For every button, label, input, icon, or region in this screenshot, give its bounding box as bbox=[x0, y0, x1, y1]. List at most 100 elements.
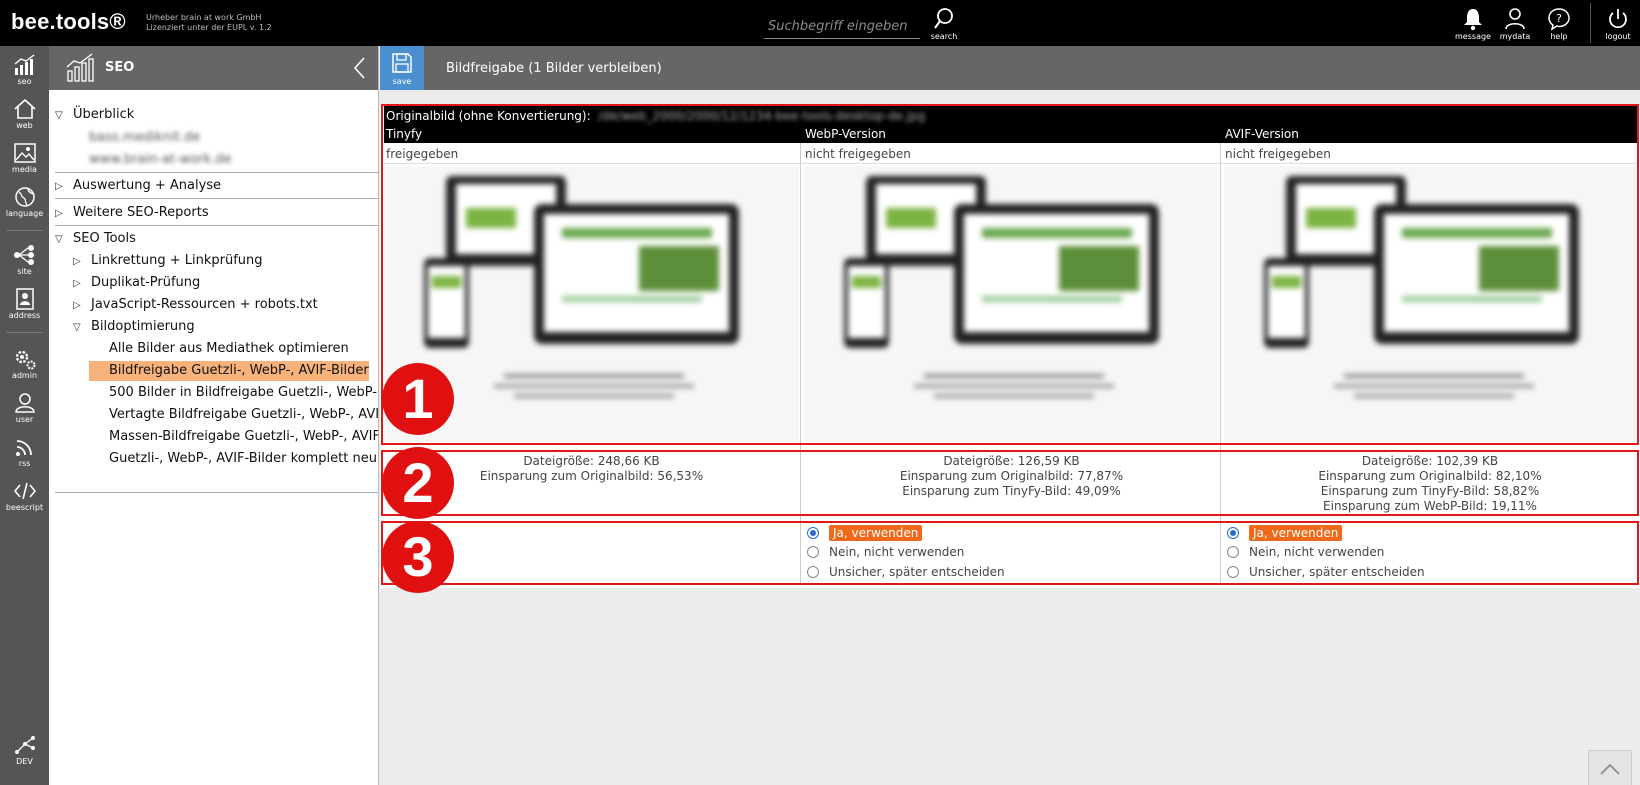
save-label: save bbox=[392, 77, 412, 86]
globe-icon bbox=[14, 187, 35, 207]
search-icon bbox=[934, 8, 953, 29]
annotation-box-3 bbox=[381, 521, 1639, 585]
annotation-box-1 bbox=[381, 104, 1639, 445]
save-button[interactable]: save bbox=[380, 46, 424, 90]
user-icon bbox=[14, 393, 35, 413]
logout-button[interactable]: logout bbox=[1598, 7, 1638, 41]
rail-item-rss[interactable]: rss bbox=[0, 436, 49, 468]
tree-item-ueberblick[interactable]: ▽ Überblick bbox=[55, 107, 134, 122]
rail-item-beescript[interactable]: beescript bbox=[0, 480, 49, 512]
chart-icon bbox=[14, 54, 34, 75]
message-button[interactable]: message bbox=[1453, 7, 1493, 41]
svg-text:?: ? bbox=[1556, 12, 1562, 25]
rail-separator bbox=[6, 230, 43, 231]
tree-item-javascript-ressourcen[interactable]: ▷ JavaScript-Ressourcen + robots.txt bbox=[73, 297, 318, 312]
search-button[interactable]: search bbox=[924, 7, 964, 41]
help-icon: ? bbox=[1548, 8, 1570, 31]
tree-label: SEO Tools bbox=[73, 231, 136, 246]
tree-item-auswertung[interactable]: ▷ Auswertung + Analyse bbox=[55, 178, 221, 193]
tree-item-duplikat-pruefung[interactable]: ▷ Duplikat-Prüfung bbox=[73, 275, 200, 290]
license-text: Urheber brain at work GmbH Lizenziert un… bbox=[146, 13, 272, 33]
rail-item-address[interactable]: address bbox=[0, 288, 49, 320]
code-icon bbox=[13, 482, 36, 500]
rail-item-web[interactable]: web bbox=[0, 98, 49, 130]
collapsed-triangle-icon: ▷ bbox=[73, 278, 81, 289]
top-bar: bee.tools® Urheber brain at work GmbH Li… bbox=[0, 0, 1640, 46]
tree-label: Linkrettung + Linkprüfung bbox=[91, 253, 263, 268]
app-logo[interactable]: bee.tools® bbox=[11, 9, 126, 35]
scroll-to-top-button[interactable] bbox=[1588, 750, 1632, 785]
home-icon bbox=[13, 98, 36, 119]
tree-title: SEO bbox=[105, 60, 135, 75]
rail-label-address: address bbox=[8, 311, 41, 320]
rail-label-media: media bbox=[12, 165, 37, 174]
tree-item-domain[interactable]: bass.mediknit.de bbox=[89, 130, 200, 145]
power-icon bbox=[1609, 9, 1627, 29]
message-label: message bbox=[1455, 32, 1491, 41]
rail-label-user: user bbox=[15, 415, 34, 424]
collapsed-triangle-icon: ▷ bbox=[73, 300, 81, 311]
user-icon bbox=[1505, 8, 1525, 30]
collapsed-triangle-icon: ▷ bbox=[55, 208, 63, 219]
collapsed-triangle-icon: ▷ bbox=[55, 181, 63, 192]
tree-item-seo-tools[interactable]: ▽ SEO Tools bbox=[55, 231, 136, 246]
tree-item-weitere-seo-reports[interactable]: ▷ Weitere SEO-Reports bbox=[55, 205, 209, 220]
image-icon bbox=[13, 143, 36, 163]
expanded-triangle-icon: ▽ bbox=[55, 110, 63, 121]
help-label: help bbox=[1550, 32, 1568, 41]
tree-item-domain[interactable]: www.brain-at-work.de bbox=[89, 152, 232, 167]
rail-separator bbox=[6, 332, 43, 333]
tree-label: JavaScript-Ressourcen + robots.txt bbox=[91, 297, 318, 312]
floppy-disk-icon bbox=[392, 53, 412, 73]
tree-item-500-bilder[interactable]: 500 Bilder in Bildfreigabe Guetzli-, Web… bbox=[109, 385, 378, 400]
chart-icon bbox=[66, 53, 94, 82]
tree-label: Bildoptimierung bbox=[91, 319, 195, 334]
license-line-2: Lizenziert unter der EUPL v. 1.2 bbox=[146, 23, 272, 32]
rail-item-seo[interactable]: seo bbox=[0, 54, 49, 86]
rail-label-rss: rss bbox=[18, 459, 31, 468]
tree-item-komplett-neu-erstellen[interactable]: Guetzli-, WebP-, AVIF-Bilder komplett ne… bbox=[109, 451, 378, 466]
mydata-button[interactable]: mydata bbox=[1495, 7, 1535, 41]
tree-item-linkrettung[interactable]: ▷ Linkrettung + Linkprüfung bbox=[73, 253, 263, 268]
rail-item-language[interactable]: language bbox=[0, 186, 49, 218]
tree-item-bildoptimierung[interactable]: ▽ Bildoptimierung bbox=[73, 319, 195, 334]
rail-item-user[interactable]: user bbox=[0, 392, 49, 424]
tree-item-vertagte-bildfreigabe[interactable]: Vertagte Bildfreigabe Guetzli-, WebP-, A… bbox=[109, 407, 378, 422]
expanded-triangle-icon: ▽ bbox=[55, 234, 63, 245]
help-button[interactable]: ? help bbox=[1539, 7, 1579, 41]
tree-item-massen-bildfreigabe[interactable]: Massen-Bildfreigabe Guetzli-, WebP-, AVI… bbox=[109, 429, 378, 444]
tree-divider bbox=[55, 198, 378, 199]
tree-label: Duplikat-Prüfung bbox=[91, 275, 201, 290]
tree-label: Weitere SEO-Reports bbox=[73, 205, 209, 220]
dev-icon bbox=[14, 736, 35, 754]
search-label: search bbox=[930, 32, 958, 41]
tree-item-alle-bilder-optimieren[interactable]: Alle Bilder aus Mediathek optimieren bbox=[109, 341, 349, 356]
rail-label-admin: admin bbox=[11, 371, 38, 380]
rail-label-site: site bbox=[17, 267, 32, 276]
search-input[interactable] bbox=[764, 15, 920, 39]
rail-label-web: web bbox=[16, 121, 33, 130]
tree-label: Auswertung + Analyse bbox=[73, 178, 222, 193]
license-line-1: Urheber brain at work GmbH bbox=[146, 13, 262, 22]
annotation-box-2 bbox=[381, 450, 1639, 516]
tree-header: SEO bbox=[49, 46, 378, 90]
contact-icon bbox=[15, 288, 34, 310]
rss-icon bbox=[15, 440, 32, 456]
annotation-badge-2: 2 bbox=[382, 447, 454, 519]
top-separator bbox=[1590, 3, 1591, 43]
rail-item-media[interactable]: media bbox=[0, 142, 49, 174]
collapse-panel-button[interactable] bbox=[352, 55, 368, 81]
expanded-triangle-icon: ▽ bbox=[73, 322, 81, 333]
rail-item-dev[interactable]: DEV bbox=[0, 734, 49, 766]
gears-icon bbox=[15, 350, 35, 370]
logout-label: logout bbox=[1605, 32, 1631, 41]
tree-divider bbox=[55, 225, 378, 226]
rail-item-site[interactable]: site bbox=[0, 244, 49, 276]
main-toolbar: save Bildfreigabe (1 Bilder verbleiben) bbox=[380, 46, 1640, 90]
tree-item-bildfreigabe-active[interactable]: Bildfreigabe Guetzli-, WebP-, AVIF-Bilde… bbox=[89, 361, 369, 381]
rail-label-dev: DEV bbox=[16, 757, 33, 766]
chevron-up-icon bbox=[1600, 763, 1620, 775]
rail-item-admin[interactable]: admin bbox=[0, 348, 49, 380]
tree-divider bbox=[55, 172, 378, 173]
annotation-badge-1: 1 bbox=[382, 363, 454, 435]
